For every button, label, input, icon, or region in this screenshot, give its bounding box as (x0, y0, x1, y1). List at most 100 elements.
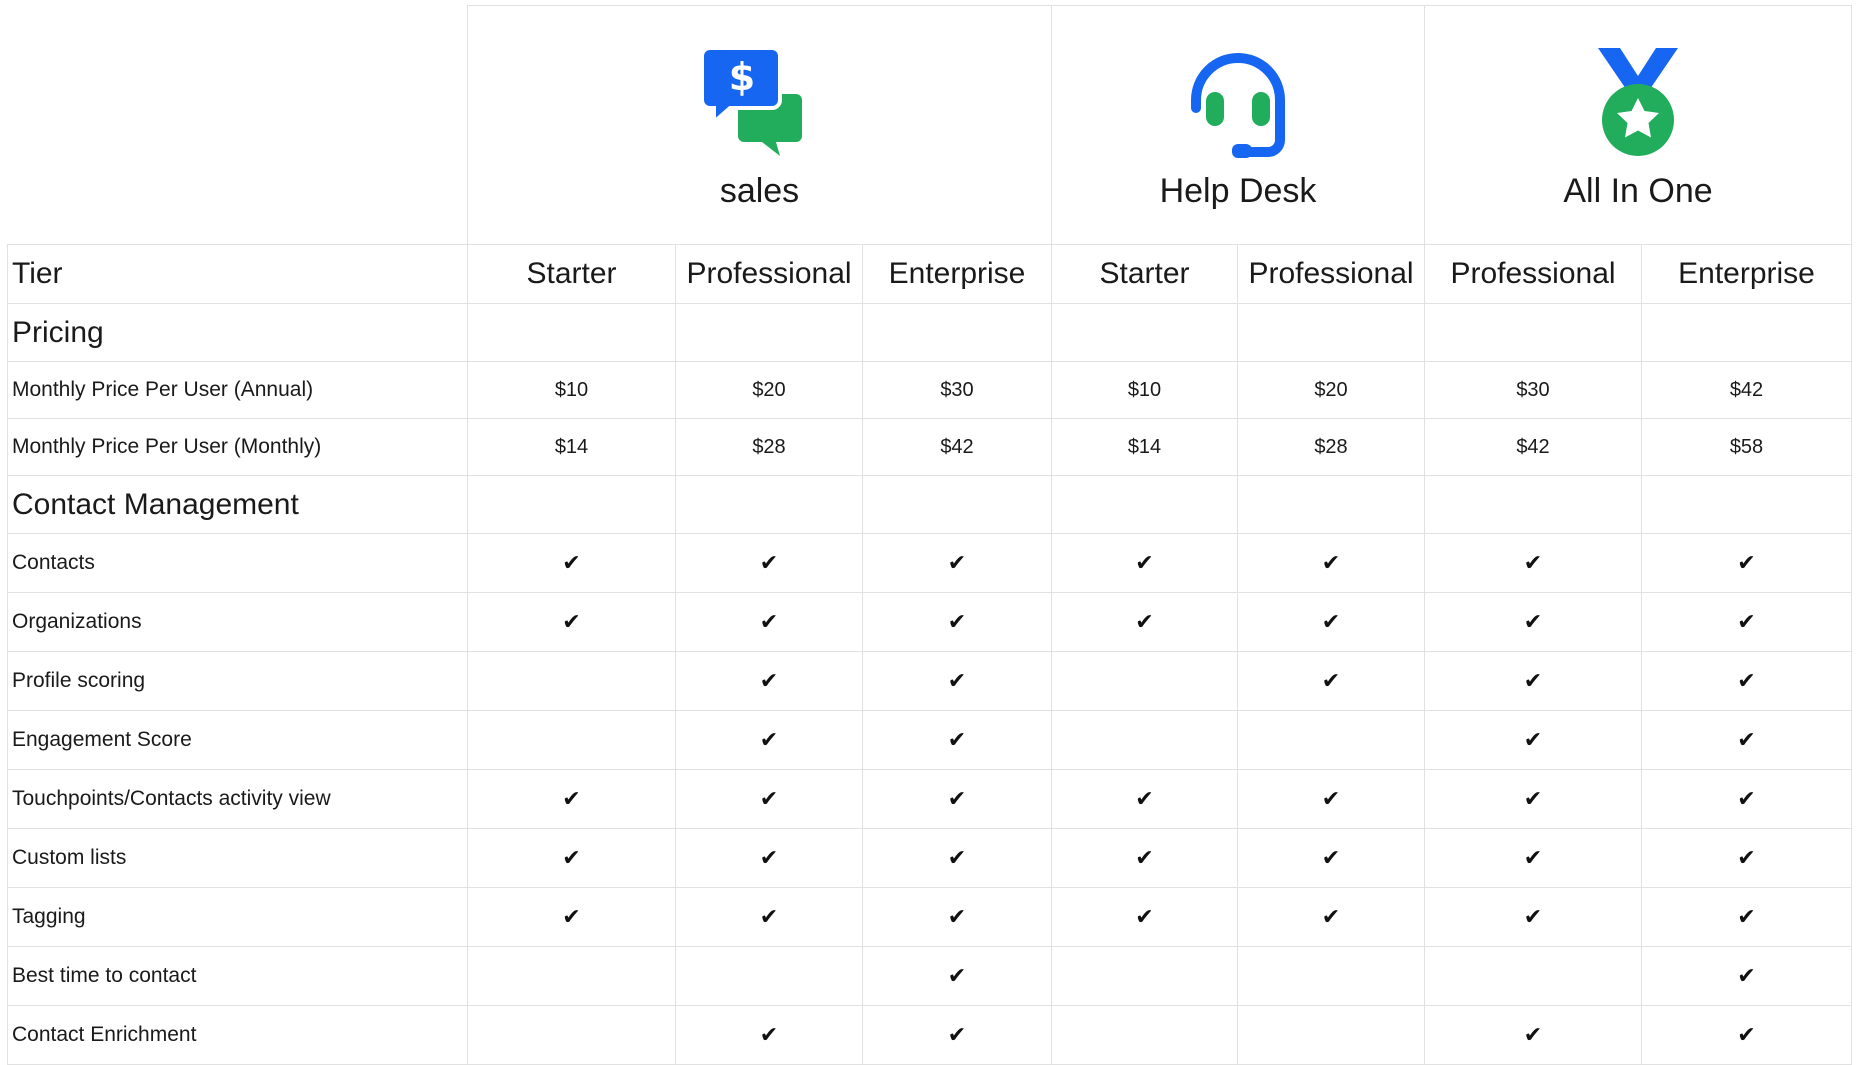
feature-cell: ✔ (862, 946, 1052, 1006)
feature-cell: ✔ (675, 651, 863, 711)
price-cell: $28 (675, 418, 863, 476)
feature-cell: ✔ (1641, 769, 1852, 829)
price-cell: $10 (1051, 361, 1238, 419)
checkmark-icon: ✔ (1523, 728, 1543, 753)
svg-text:$: $ (728, 55, 754, 99)
checkmark-icon: ✔ (1737, 787, 1756, 812)
checkmark-icon: ✔ (1737, 1023, 1756, 1048)
price-cell: $42 (1424, 418, 1642, 476)
checkmark-icon: ✔ (759, 669, 779, 694)
empty-cell (675, 475, 863, 534)
checkmark-icon: ✔ (1523, 610, 1543, 635)
price-cell: $20 (675, 361, 863, 419)
row-label: Best time to contact (7, 946, 468, 1006)
checkmark-icon: ✔ (1737, 846, 1756, 871)
checkmark-icon: ✔ (1321, 787, 1341, 812)
checkmark-icon: ✔ (1135, 610, 1154, 635)
feature-cell: ✔ (467, 769, 676, 829)
checkmark-icon: ✔ (1321, 610, 1341, 635)
checkmark-icon: ✔ (1737, 669, 1756, 694)
feature-cell (1237, 710, 1425, 770)
checkmark-icon: ✔ (1523, 846, 1543, 871)
checkmark-icon: ✔ (947, 964, 967, 989)
feature-row: Engagement Score ✔ ✔ ✔ ✔ (7, 710, 1852, 770)
checkmark-icon: ✔ (562, 787, 581, 812)
checkmark-icon: ✔ (947, 551, 967, 576)
empty-cell (862, 303, 1052, 362)
product-sales: $ sales (467, 5, 1052, 245)
checkmark-icon: ✔ (1523, 669, 1543, 694)
feature-cell: ✔ (1641, 828, 1852, 888)
row-label: Monthly Price Per User (Annual) (7, 361, 468, 419)
price-cell: $28 (1237, 418, 1425, 476)
feature-cell: ✔ (1051, 828, 1238, 888)
feature-cell (467, 1005, 676, 1065)
price-cell: $30 (1424, 361, 1642, 419)
row-label: Contacts (7, 533, 468, 593)
empty-cell (1237, 475, 1425, 534)
feature-cell: ✔ (1641, 710, 1852, 770)
feature-row: Profile scoring ✔ ✔ ✔ ✔ ✔ (7, 651, 1852, 711)
empty-cell (1424, 475, 1642, 534)
checkmark-icon: ✔ (1135, 551, 1154, 576)
tier-header-cell: Starter (467, 244, 676, 304)
tier-header-cell: Professional (1237, 244, 1425, 304)
feature-cell: ✔ (467, 828, 676, 888)
feature-row: Best time to contact ✔ ✔ (7, 946, 1852, 1006)
row-label: Profile scoring (7, 651, 468, 711)
empty-cell (1641, 475, 1852, 534)
tier-row: Tier Starter Professional Enterprise Starter… (7, 244, 1852, 304)
feature-row: Organizations ✔ ✔ ✔ ✔ ✔ ✔ ✔ (7, 592, 1852, 652)
checkmark-icon: ✔ (1737, 964, 1756, 989)
checkmark-icon: ✔ (562, 846, 581, 871)
checkmark-icon: ✔ (1135, 846, 1154, 871)
feature-cell (1051, 1005, 1238, 1065)
feature-cell (467, 710, 676, 770)
feature-cell (467, 651, 676, 711)
feature-cell: ✔ (1424, 710, 1642, 770)
section-row-pricing: Pricing (7, 303, 1852, 362)
checkmark-icon: ✔ (1523, 787, 1543, 812)
feature-cell: ✔ (862, 1005, 1052, 1065)
feature-row: Touchpoints/Contacts activity view ✔ ✔ ✔ ✔ ✔ ✔… (7, 769, 1852, 829)
checkmark-icon: ✔ (947, 1023, 967, 1048)
empty-cell (675, 303, 863, 362)
feature-cell: ✔ (675, 533, 863, 593)
feature-cell: ✔ (1424, 1005, 1642, 1065)
corner-cell (7, 5, 468, 245)
product-help-desk: Help Desk (1051, 5, 1425, 245)
feature-cell: ✔ (1237, 828, 1425, 888)
empty-cell (467, 303, 676, 362)
checkmark-icon: ✔ (1523, 551, 1543, 576)
checkmark-icon: ✔ (947, 728, 967, 753)
feature-cell: ✔ (1424, 769, 1642, 829)
feature-row: Tagging ✔ ✔ ✔ ✔ ✔ ✔ ✔ (7, 887, 1852, 947)
tier-header-cell: Enterprise (1641, 244, 1852, 304)
feature-cell: ✔ (1051, 769, 1238, 829)
feature-cell: ✔ (1424, 592, 1642, 652)
feature-cell (1051, 946, 1238, 1006)
feature-cell: ✔ (1424, 533, 1642, 593)
feature-cell: ✔ (1641, 533, 1852, 593)
feature-cell: ✔ (862, 533, 1052, 593)
empty-cell (1424, 303, 1642, 362)
checkmark-icon: ✔ (759, 787, 779, 812)
feature-cell: ✔ (862, 592, 1052, 652)
checkmark-icon: ✔ (1737, 551, 1756, 576)
feature-cell (1237, 1005, 1425, 1065)
price-cell: $42 (862, 418, 1052, 476)
feature-cell: ✔ (1237, 887, 1425, 947)
row-label: Engagement Score (7, 710, 468, 770)
checkmark-icon: ✔ (562, 905, 581, 930)
checkmark-icon: ✔ (947, 610, 967, 635)
feature-cell: ✔ (862, 651, 1052, 711)
feature-cell: ✔ (1237, 769, 1425, 829)
checkmark-icon: ✔ (1737, 610, 1756, 635)
empty-cell (1237, 303, 1425, 362)
checkmark-icon: ✔ (1321, 846, 1341, 871)
section-title: Pricing (7, 303, 468, 362)
price-cell: $10 (467, 361, 676, 419)
product-name: Help Desk (1159, 171, 1317, 210)
feature-cell: ✔ (1051, 887, 1238, 947)
feature-cell: ✔ (675, 1005, 863, 1065)
